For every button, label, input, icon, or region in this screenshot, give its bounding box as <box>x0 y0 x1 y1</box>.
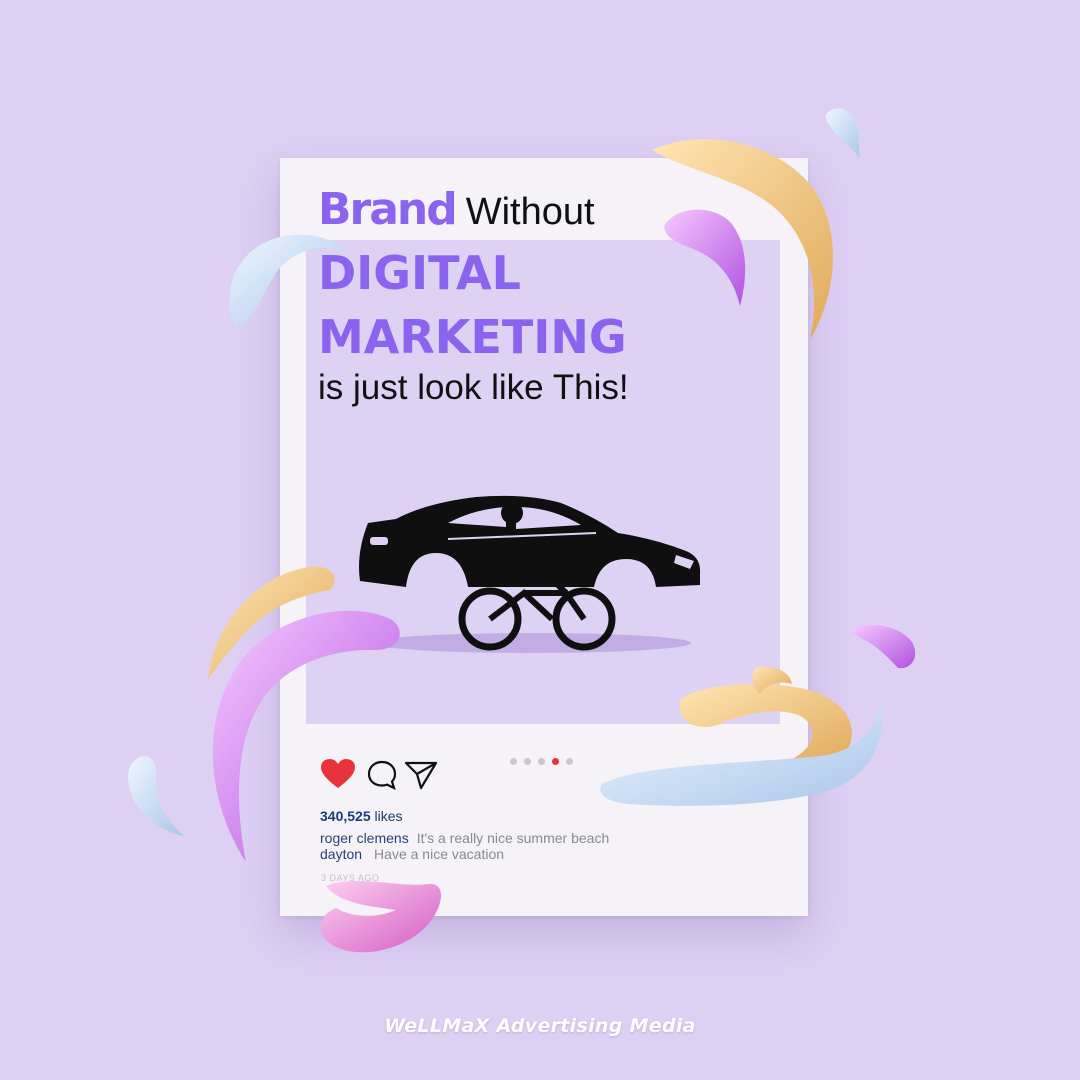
carousel-dot[interactable] <box>566 758 573 765</box>
footer-brand: WeLLMaX Advertising Media <box>384 1015 696 1037</box>
comment-icon[interactable] <box>366 760 398 790</box>
headline-tail: is just look like This! <box>318 368 629 407</box>
tail-light <box>370 537 388 545</box>
comment-row: roger clemens It's a really nice summer b… <box>320 830 609 846</box>
carousel-dot[interactable] <box>538 758 545 765</box>
comment-username[interactable]: dayton <box>320 846 362 862</box>
post-actions <box>320 758 780 798</box>
carousel-dot[interactable] <box>510 758 517 765</box>
comment-row: dayton Have a nice vacation <box>320 846 504 862</box>
comment-text: It's a really nice summer beach <box>416 830 610 846</box>
headline-digital: DIGITAL <box>318 246 521 300</box>
comment-text: Have a nice vacation <box>374 846 505 862</box>
headline-line-1: Brand Without <box>318 184 595 244</box>
headline-without-word: Without <box>465 191 595 233</box>
blue-splash-top-right <box>825 108 860 158</box>
likes-label: likes <box>374 808 403 824</box>
purple-drop-right <box>852 625 916 669</box>
post-timestamp: 3 DAYS AGO <box>321 873 380 883</box>
headline-marketing: MARKETING <box>318 310 627 364</box>
car-shadow <box>371 633 691 653</box>
carousel-dot[interactable] <box>524 758 531 765</box>
share-icon[interactable] <box>404 760 438 790</box>
driver-head <box>501 502 523 524</box>
comment-username[interactable]: roger clemens <box>320 830 409 846</box>
likes-number: 340,525 <box>320 808 371 824</box>
carousel-dot-active[interactable] <box>552 758 559 765</box>
likes-count[interactable]: 340,525 likes <box>320 808 403 824</box>
blue-drop-left <box>128 756 184 836</box>
heart-icon[interactable] <box>320 758 356 790</box>
bookmark-icon[interactable] <box>732 762 758 792</box>
car-on-bicycle-illustration <box>359 495 701 653</box>
headline-brand-word: Brand <box>318 184 458 235</box>
